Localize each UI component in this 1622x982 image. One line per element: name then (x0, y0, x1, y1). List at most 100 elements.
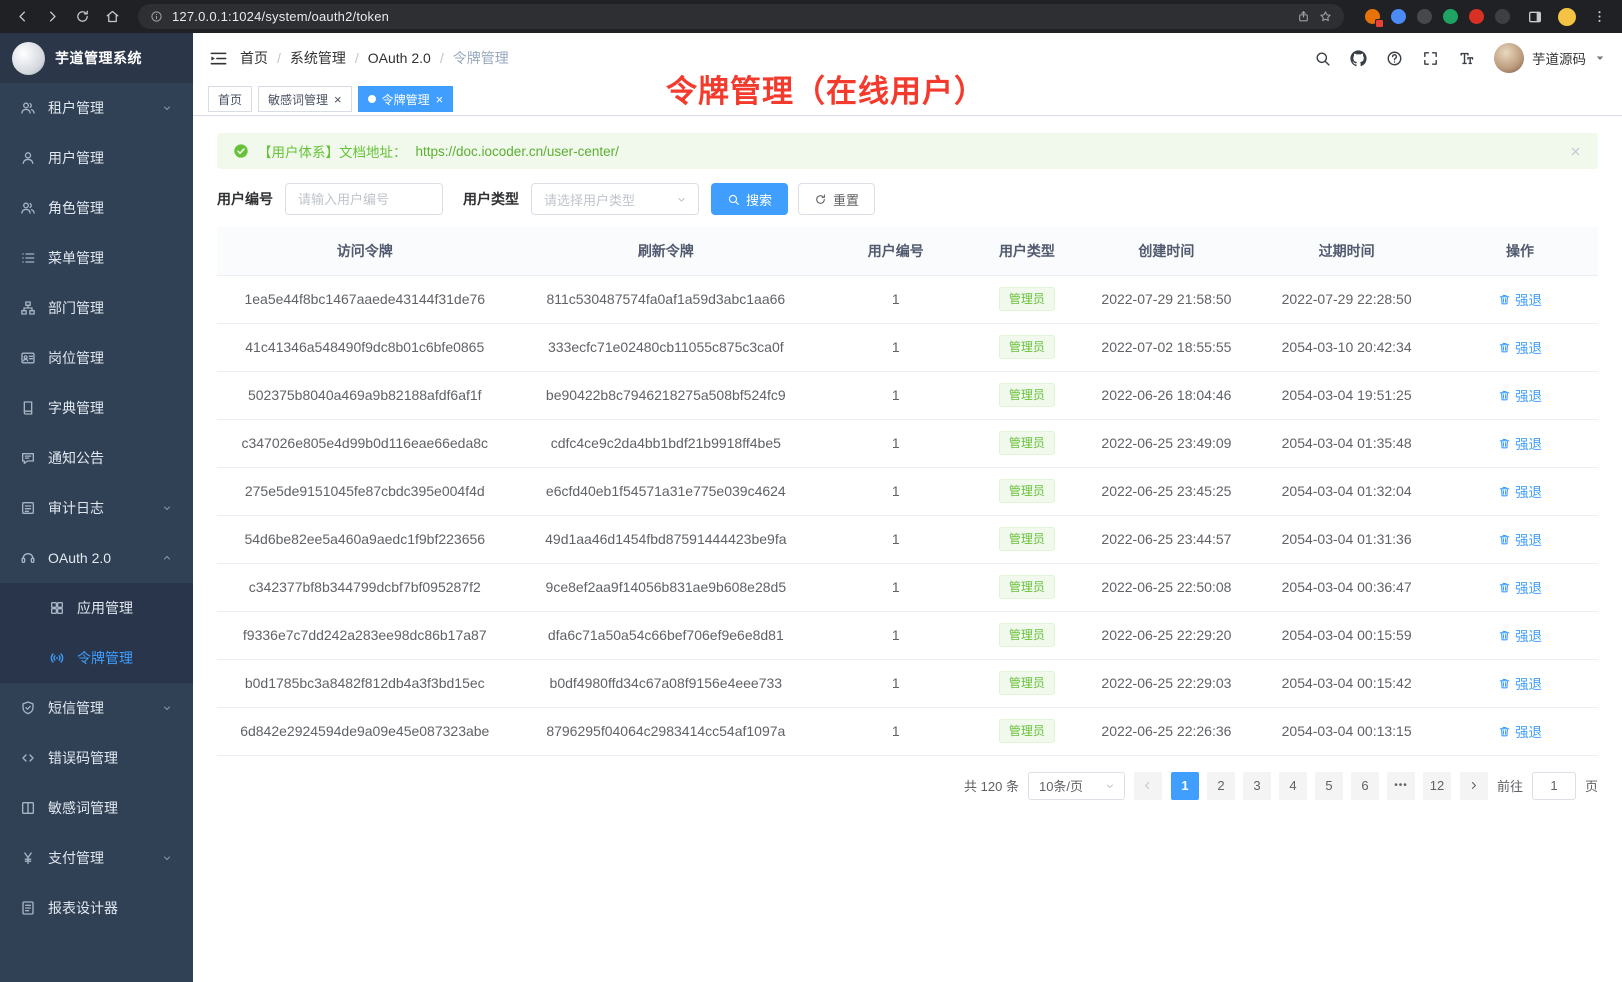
extension-icon[interactable] (1417, 9, 1432, 24)
doc-link[interactable]: https://doc.iocoder.cn/user-center/ (416, 144, 619, 159)
app-logo[interactable]: 芋道管理系统 (0, 33, 193, 83)
refresh-token-cell: cdfc4ce9c2da4bb1bdf21b9918ff4be5 (513, 419, 820, 467)
delete-icon (1498, 437, 1511, 450)
pagination-prev-button[interactable] (1134, 772, 1162, 800)
breadcrumb-item[interactable]: 系统管理 (290, 48, 346, 68)
breadcrumb-item[interactable]: OAuth 2.0 (368, 50, 431, 66)
tab-token[interactable]: 令牌管理× (358, 86, 454, 112)
force-logout-button[interactable]: 强退 (1498, 481, 1542, 501)
force-logout-button[interactable]: 强退 (1498, 529, 1542, 549)
user-menu[interactable]: 芋道源码 (1494, 43, 1606, 73)
tab-close-icon[interactable]: × (334, 93, 342, 106)
user-type-placeholder: 请选择用户类型 (544, 190, 635, 209)
tab-sensitive-word[interactable]: 敏感词管理× (258, 86, 352, 112)
menu-list-icon (20, 250, 36, 266)
pagination-page-5[interactable]: 5 (1315, 772, 1343, 800)
alert-close-icon[interactable] (1569, 145, 1582, 158)
access-token-cell: 275e5de9151045fe87cbdc395e004f4d (217, 467, 513, 515)
bookmark-star-icon[interactable] (1319, 10, 1332, 23)
breadcrumb-item[interactable]: 首页 (240, 48, 268, 68)
sidebar-item-audit-log[interactable]: 审计日志 (0, 483, 193, 533)
force-logout-button[interactable]: 强退 (1498, 721, 1542, 741)
sidebar-item-oauth2-token[interactable]: 令牌管理 (0, 633, 193, 683)
pagination-goto-input[interactable] (1532, 772, 1576, 800)
pagination-next-button[interactable] (1460, 772, 1488, 800)
reset-button[interactable]: 重置 (798, 183, 875, 215)
browser-back-icon[interactable] (10, 4, 35, 29)
search-icon[interactable] (1314, 50, 1331, 67)
pagination-page-3[interactable]: 3 (1243, 772, 1271, 800)
sidebar-item-tenant[interactable]: 租户管理 (0, 83, 193, 133)
extension-icon[interactable] (1391, 9, 1406, 24)
font-size-icon[interactable] (1458, 50, 1475, 67)
browser-home-icon[interactable] (100, 4, 125, 29)
force-logout-button[interactable]: 强退 (1498, 385, 1542, 405)
browser-profile-avatar[interactable] (1558, 8, 1576, 26)
fullscreen-icon[interactable] (1422, 50, 1439, 67)
sidebar-item-sms[interactable]: 短信管理 (0, 683, 193, 733)
extension-icon[interactable] (1469, 9, 1484, 24)
browser-menu-icon[interactable] (1587, 4, 1612, 29)
user-type-select[interactable]: 请选择用户类型 (531, 183, 699, 215)
sidebar-item-oauth2-app[interactable]: 应用管理 (0, 583, 193, 633)
browser-address-bar[interactable]: 127.0.0.1:1024/system/oauth2/token (138, 4, 1344, 29)
github-icon[interactable] (1350, 50, 1367, 67)
sidebar-item-dept[interactable]: 部门管理 (0, 283, 193, 333)
pagination-page-2[interactable]: 2 (1207, 772, 1235, 800)
sidebar-item-notice[interactable]: 通知公告 (0, 433, 193, 483)
sidebar-collapse-icon[interactable] (209, 49, 228, 68)
expire-time-cell: 2054-03-04 01:31:36 (1251, 515, 1442, 563)
force-logout-label: 强退 (1515, 289, 1542, 309)
pagination-page-4[interactable]: 4 (1279, 772, 1307, 800)
sidebar-item-sensitive-word[interactable]: 敏感词管理 (0, 783, 193, 833)
page-size-select[interactable]: 10条/页 (1028, 772, 1125, 800)
pagination-ellipsis[interactable]: ••• (1387, 772, 1415, 800)
user-id-input[interactable] (285, 183, 443, 215)
site-info-icon[interactable] (150, 10, 163, 23)
browser-chrome: 127.0.0.1:1024/system/oauth2/token (0, 0, 1622, 33)
user-type-label: 用户类型 (463, 189, 519, 209)
create-time-cell: 2022-06-25 22:29:03 (1081, 659, 1251, 707)
extension-icon[interactable] (1443, 9, 1458, 24)
browser-forward-icon[interactable] (40, 4, 65, 29)
tree-icon (20, 300, 36, 316)
sidebar-item-post[interactable]: 岗位管理 (0, 333, 193, 383)
tab-home[interactable]: 首页 (208, 86, 252, 112)
force-logout-button[interactable]: 强退 (1498, 625, 1542, 645)
sidebar-item-user[interactable]: 用户管理 (0, 133, 193, 183)
search-form: 用户编号 用户类型 请选择用户类型 搜索 重置 (217, 183, 1598, 215)
search-button[interactable]: 搜索 (711, 183, 788, 215)
extension-icon[interactable] (1495, 9, 1510, 24)
sidebar-item-report-designer[interactable]: 报表设计器 (0, 883, 193, 933)
pagination-page-1[interactable]: 1 (1171, 772, 1199, 800)
sidebar-item-pay[interactable]: 支付管理 (0, 833, 193, 883)
share-icon[interactable] (1297, 10, 1310, 23)
sidebar-item-menu[interactable]: 菜单管理 (0, 233, 193, 283)
pagination-page-6[interactable]: 6 (1351, 772, 1379, 800)
delete-icon (1498, 725, 1511, 738)
force-logout-button[interactable]: 强退 (1498, 577, 1542, 597)
action-cell: 强退 (1442, 515, 1598, 563)
pagination-page-12[interactable]: 12 (1423, 772, 1451, 800)
force-logout-button[interactable]: 强退 (1498, 433, 1542, 453)
browser-reload-icon[interactable] (70, 4, 95, 29)
extension-badge (1375, 19, 1384, 28)
force-logout-button[interactable]: 强退 (1498, 673, 1542, 693)
user-type-tag: 管理员 (999, 719, 1055, 743)
user-type-tag: 管理员 (999, 623, 1055, 647)
sidebar-item-role[interactable]: 角色管理 (0, 183, 193, 233)
token-table: 访问令牌刷新令牌用户编号用户类型创建时间过期时间操作 1ea5e44f8bc14… (217, 227, 1598, 756)
force-logout-button[interactable]: 强退 (1498, 289, 1542, 309)
help-icon[interactable] (1386, 50, 1403, 67)
breadcrumb-item: 令牌管理 (453, 48, 509, 68)
delete-icon (1498, 389, 1511, 402)
expire-time-cell: 2054-03-10 20:42:34 (1251, 323, 1442, 371)
sidebar-item-oauth2[interactable]: OAuth 2.0 (0, 533, 193, 583)
side-panel-icon[interactable] (1527, 9, 1543, 25)
extension-icon[interactable] (1365, 9, 1380, 24)
tab-close-icon[interactable]: × (436, 93, 444, 106)
force-logout-button[interactable]: 强退 (1498, 337, 1542, 357)
sidebar-menu: 租户管理用户管理角色管理菜单管理部门管理岗位管理字典管理通知公告审计日志OAut… (0, 83, 193, 982)
sidebar-item-error-code[interactable]: 错误码管理 (0, 733, 193, 783)
sidebar-item-dict[interactable]: 字典管理 (0, 383, 193, 433)
